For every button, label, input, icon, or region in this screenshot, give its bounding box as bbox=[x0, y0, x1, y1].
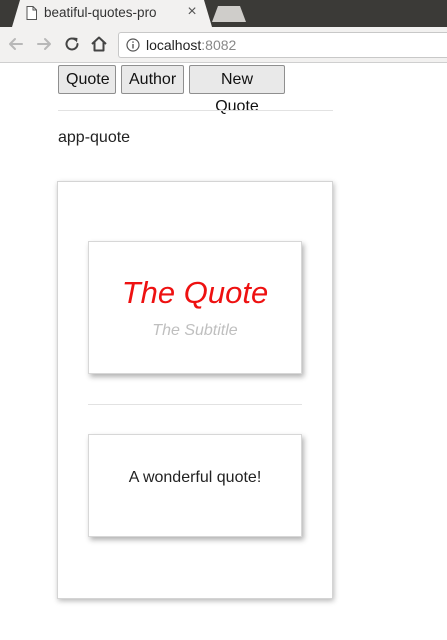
forward-arrow-icon[interactable] bbox=[35, 35, 53, 53]
author-button[interactable]: Author bbox=[121, 65, 184, 94]
url-port: :8082 bbox=[201, 37, 237, 53]
close-tab-icon[interactable]: × bbox=[184, 3, 200, 21]
url-text: localhost:8082 bbox=[146, 37, 236, 53]
quote-text: A wonderful quote! bbox=[128, 469, 262, 486]
reload-icon[interactable] bbox=[63, 35, 81, 53]
divider bbox=[58, 110, 333, 111]
quote-title: The Quote bbox=[121, 275, 269, 310]
home-icon[interactable] bbox=[90, 35, 108, 53]
quote-title-card: The Quote The Subtitle bbox=[88, 241, 302, 374]
info-icon[interactable] bbox=[126, 38, 140, 52]
new-tab-button[interactable] bbox=[212, 6, 246, 22]
quote-button[interactable]: Quote bbox=[58, 65, 116, 94]
page-icon bbox=[26, 6, 37, 20]
quote-subtitle: The Subtitle bbox=[152, 322, 238, 339]
browser-toolbar: localhost:8082 bbox=[0, 27, 447, 63]
divider bbox=[88, 404, 302, 405]
tab-title: beatiful-quotes-pro bbox=[44, 5, 157, 20]
address-bar[interactable]: localhost:8082 bbox=[118, 32, 447, 58]
browser-tab[interactable]: beatiful-quotes-pro × bbox=[12, 0, 212, 27]
component-label: app-quote bbox=[58, 129, 131, 146]
new-quote-button[interactable]: New Quote bbox=[189, 65, 285, 115]
back-arrow-icon[interactable] bbox=[7, 35, 25, 53]
url-host: localhost bbox=[146, 37, 202, 53]
quote-text-card: A wonderful quote! bbox=[88, 434, 302, 537]
browser-tab-strip: beatiful-quotes-pro × bbox=[0, 0, 447, 27]
